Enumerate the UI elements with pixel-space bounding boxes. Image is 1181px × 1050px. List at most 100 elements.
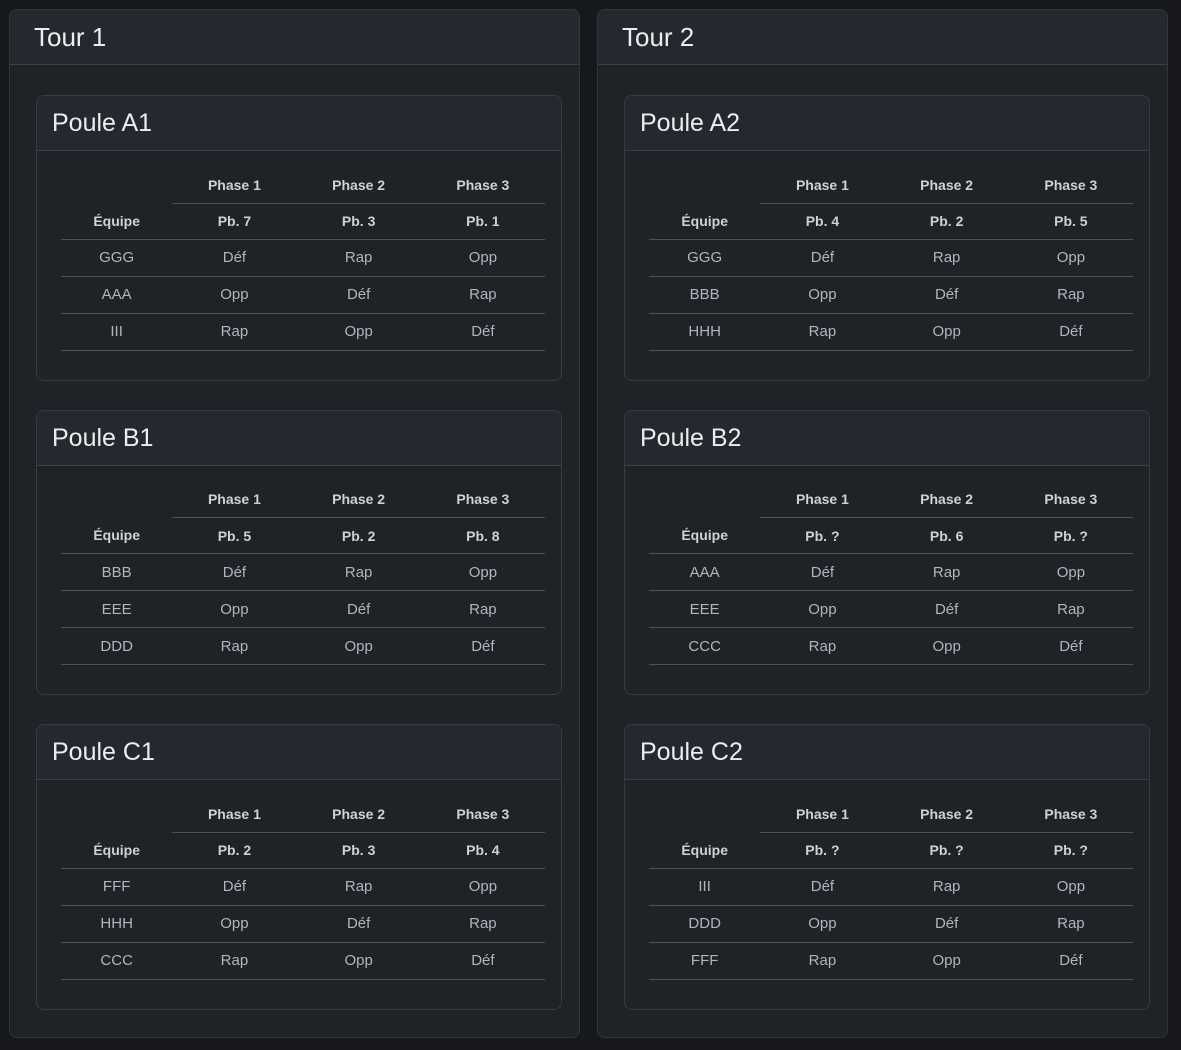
phase-cell: Rap — [760, 313, 884, 350]
pb-header-row: Équipe Pb. 5 Pb. 2 Pb. 8 — [61, 518, 545, 554]
phase-header-cell: Phase 1 — [172, 796, 296, 832]
phase-cell: Opp — [1009, 239, 1133, 276]
pb-header-cell: Pb. 3 — [297, 203, 421, 239]
phase-header-cell: Phase 3 — [421, 796, 545, 832]
pb-header-cell: Pb. 4 — [421, 832, 545, 868]
phase-cell: Rap — [297, 239, 421, 276]
phase-header-cell: Phase 1 — [172, 167, 296, 203]
phase-header-cell: Phase 2 — [885, 167, 1009, 203]
table-row: III Rap Opp Déf — [61, 313, 545, 350]
tour-title: Tour 2 — [622, 21, 1143, 53]
table-row: FFF Rap Opp Déf — [649, 942, 1133, 979]
phase-header-cell: Phase 1 — [760, 482, 884, 518]
poule-title: Poule A1 — [52, 107, 546, 139]
phase-cell: Rap — [885, 554, 1009, 591]
phase-cell: Rap — [172, 313, 296, 350]
empty-header-cell — [649, 796, 760, 832]
phase-cell: Opp — [421, 554, 545, 591]
schedule-table: Phase 1 Phase 2 Phase 3 Équipe Pb. ? Pb.… — [649, 796, 1133, 980]
team-cell: FFF — [61, 868, 172, 905]
team-cell: CCC — [649, 628, 760, 665]
pb-header-cell: Pb. 3 — [297, 832, 421, 868]
team-cell: BBB — [61, 554, 172, 591]
tour-panel-2: Tour 2 Poule A2 Phase 1 Phase 2 Phase 3 — [597, 9, 1168, 1038]
phase-cell: Opp — [760, 276, 884, 313]
pb-header-row: Équipe Pb. 4 Pb. 2 Pb. 5 — [649, 203, 1133, 239]
phase-header-cell: Phase 1 — [760, 796, 884, 832]
phase-cell: Déf — [297, 905, 421, 942]
pb-header-cell: Pb. ? — [760, 832, 884, 868]
phase-header-cell: Phase 3 — [1009, 796, 1133, 832]
phase-cell: Opp — [297, 942, 421, 979]
team-cell: III — [649, 868, 760, 905]
team-cell: AAA — [61, 276, 172, 313]
phase-cell: Opp — [885, 628, 1009, 665]
pb-header-cell: Pb. 2 — [297, 518, 421, 554]
poule-card-body: Phase 1 Phase 2 Phase 3 Équipe Pb. ? Pb.… — [625, 780, 1149, 1009]
phase-cell: Déf — [421, 942, 545, 979]
equipe-header-cell: Équipe — [61, 203, 172, 239]
table-row: CCC Rap Opp Déf — [61, 942, 545, 979]
schedule-table: Phase 1 Phase 2 Phase 3 Équipe Pb. 2 Pb.… — [61, 796, 545, 980]
equipe-header-cell: Équipe — [61, 832, 172, 868]
team-cell: CCC — [61, 942, 172, 979]
schedule-table: Phase 1 Phase 2 Phase 3 Équipe Pb. 5 Pb.… — [61, 482, 545, 666]
phase-cell: Rap — [172, 942, 296, 979]
phase-cell: Opp — [760, 905, 884, 942]
empty-header-cell — [61, 167, 172, 203]
poule-card-a2: Poule A2 Phase 1 Phase 2 Phase 3 — [624, 95, 1150, 381]
table-row: III Déf Rap Opp — [649, 868, 1133, 905]
phase-header-row: Phase 1 Phase 2 Phase 3 — [61, 796, 545, 832]
team-cell: EEE — [649, 591, 760, 628]
phase-cell: Déf — [421, 313, 545, 350]
phase-cell: Déf — [172, 554, 296, 591]
team-cell: HHH — [649, 313, 760, 350]
poule-card-body: Phase 1 Phase 2 Phase 3 Équipe Pb. ? Pb.… — [625, 466, 1149, 695]
tour-header: Tour 2 — [598, 10, 1167, 65]
pb-header-cell: Pb. 6 — [885, 518, 1009, 554]
phase-cell: Déf — [172, 868, 296, 905]
table-row: BBB Opp Déf Rap — [649, 276, 1133, 313]
table-row: HHH Opp Déf Rap — [61, 905, 545, 942]
phase-cell: Opp — [297, 628, 421, 665]
team-cell: GGG — [649, 239, 760, 276]
equipe-header-cell: Équipe — [649, 832, 760, 868]
empty-header-cell — [61, 796, 172, 832]
phase-cell: Déf — [885, 276, 1009, 313]
phase-header-cell: Phase 2 — [297, 796, 421, 832]
phase-cell: Rap — [760, 628, 884, 665]
team-cell: DDD — [61, 628, 172, 665]
empty-header-cell — [649, 167, 760, 203]
phase-header-cell: Phase 1 — [172, 482, 296, 518]
phase-cell: Opp — [172, 591, 296, 628]
phase-cell: Déf — [297, 276, 421, 313]
phase-header-row: Phase 1 Phase 2 Phase 3 — [61, 167, 545, 203]
team-cell: III — [61, 313, 172, 350]
pb-header-row: Équipe Pb. ? Pb. 6 Pb. ? — [649, 518, 1133, 554]
poule-title: Poule A2 — [640, 107, 1134, 139]
pb-header-cell: Pb. ? — [760, 518, 884, 554]
poule-card-body: Phase 1 Phase 2 Phase 3 Équipe Pb. 2 Pb.… — [37, 780, 561, 1009]
schedule-table: Phase 1 Phase 2 Phase 3 Équipe Pb. 4 Pb.… — [649, 167, 1133, 351]
phase-cell: Opp — [421, 239, 545, 276]
poule-card-c2: Poule C2 Phase 1 Phase 2 Phase 3 — [624, 724, 1150, 1010]
poule-card-b2: Poule B2 Phase 1 Phase 2 Phase 3 — [624, 410, 1150, 696]
phase-header-cell: Phase 3 — [421, 482, 545, 518]
pb-header-row: Équipe Pb. ? Pb. ? Pb. ? — [649, 832, 1133, 868]
phase-cell: Déf — [297, 591, 421, 628]
table-row: HHH Rap Opp Déf — [649, 313, 1133, 350]
pb-header-cell: Pb. 8 — [421, 518, 545, 554]
table-row: EEE Opp Déf Rap — [649, 591, 1133, 628]
team-cell: FFF — [649, 942, 760, 979]
page: Tour 1 Poule A1 Phase 1 Phase 2 Phase 3 — [0, 0, 1181, 1050]
phase-header-row: Phase 1 Phase 2 Phase 3 — [649, 482, 1133, 518]
table-row: DDD Opp Déf Rap — [649, 905, 1133, 942]
table-row: GGG Déf Rap Opp — [61, 239, 545, 276]
phase-cell: Déf — [760, 868, 884, 905]
phase-cell: Opp — [297, 313, 421, 350]
poule-card-header: Poule B1 — [37, 411, 561, 466]
phase-cell: Rap — [1009, 591, 1133, 628]
pb-header-cell: Pb. ? — [1009, 518, 1133, 554]
pb-header-cell: Pb. ? — [885, 832, 1009, 868]
phase-cell: Opp — [885, 942, 1009, 979]
